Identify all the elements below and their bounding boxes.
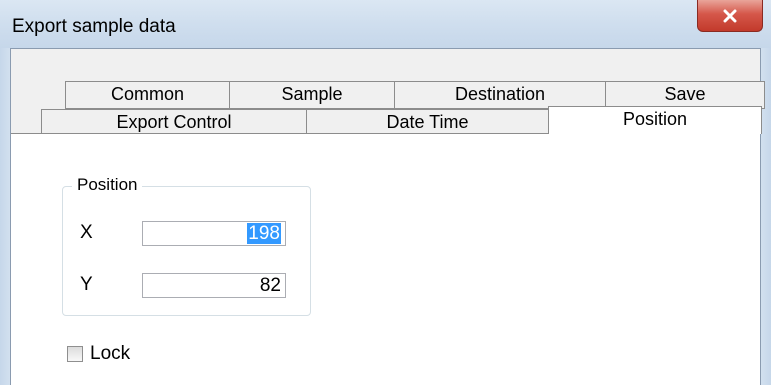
x-input[interactable]: 198 (142, 221, 286, 246)
x-value: 198 (247, 223, 281, 244)
lock-label[interactable]: Lock (90, 343, 130, 365)
window-title: Export sample data (12, 16, 176, 37)
tab-save[interactable]: Save (605, 81, 765, 109)
position-group-title: Position (72, 175, 143, 195)
title-bar: Export sample data (0, 0, 771, 48)
close-icon (723, 9, 737, 22)
tab-export-control[interactable]: Export Control (41, 109, 307, 134)
tab-destination[interactable]: Destination (394, 81, 606, 109)
y-input[interactable]: 82 (142, 273, 286, 298)
lock-checkbox[interactable] (67, 346, 83, 362)
tab-position[interactable]: Position (548, 106, 762, 134)
tab-date-time[interactable]: Date Time (306, 109, 549, 134)
tab-common[interactable]: Common (65, 81, 230, 109)
close-button[interactable] (697, 0, 763, 32)
y-label: Y (80, 274, 93, 295)
y-value: 82 (259, 275, 281, 296)
tab-sample[interactable]: Sample (229, 81, 395, 109)
window-frame-left (0, 48, 10, 385)
x-label: X (80, 222, 93, 243)
